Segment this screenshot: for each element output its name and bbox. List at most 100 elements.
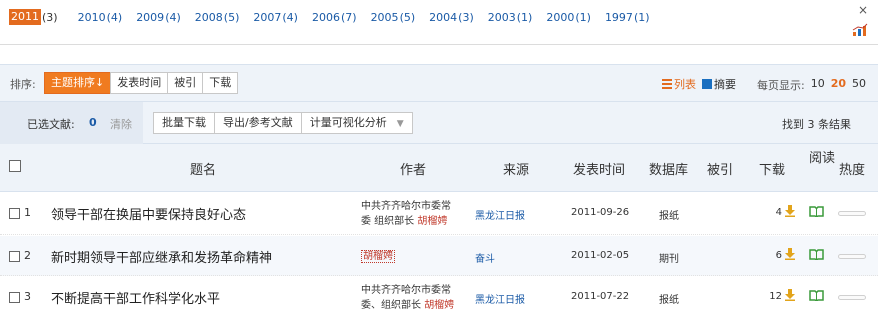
year-item[interactable]: 2009 (4) [136, 9, 181, 25]
column-title[interactable]: 题名 [190, 159, 216, 178]
author-affiliation: 委、组织部长 [361, 300, 421, 311]
sort-by-download-button[interactable]: 下载 [202, 72, 239, 94]
open-book-icon[interactable] [809, 290, 824, 301]
article-title-link[interactable]: 领导干部在换届中要保持良好心态 [51, 204, 246, 223]
article-title-link[interactable]: 新时期领导干部应继承和发扬革命精神 [51, 247, 272, 266]
action-buttons: 批量下载 导出/参考文献 计量可视化分析 ▼ [153, 112, 413, 134]
column-date[interactable]: 发表时间 [573, 159, 625, 178]
column-cited[interactable]: 被引 [707, 159, 733, 178]
column-source: 来源 [503, 163, 530, 178]
article-title-link[interactable]: 不断提高干部工作科学化水平 [51, 288, 220, 307]
table-row: 2 新时期领导干部应继承和发扬革命精神 胡榴娉 奋斗 2011-02-05 期刊… [0, 236, 878, 276]
year-item[interactable]: 2008 (5) [195, 9, 240, 25]
per-page-selector: 每页显示: 10 20 50 [757, 77, 866, 93]
sort-by-topic-button[interactable]: 主题排序↓ [44, 72, 112, 94]
author-link[interactable]: 胡榴娉 [424, 300, 454, 311]
export-references-button[interactable]: 导出/参考文献 [214, 112, 302, 134]
abstract-view-button[interactable]: 摘要 [702, 76, 736, 92]
sort-button-label: 主题排序 [51, 76, 95, 89]
chevron-down-icon: ▼ [396, 119, 404, 129]
table-header: 题名 作者 来源 发表时间 数据库 被引 下载 阅读 热度 [0, 144, 878, 192]
year-label: 2000 [546, 10, 575, 24]
year-count: (1) [633, 10, 650, 24]
year-count: (4) [106, 10, 123, 24]
row-index: 3 [24, 290, 31, 303]
download-arrow-icon[interactable] [784, 248, 796, 260]
list-icon [662, 79, 672, 89]
heat-bar [838, 295, 866, 300]
sort-arrow-icon: ↓ [95, 76, 105, 89]
year-count: (7) [340, 10, 357, 24]
publish-date: 2011-09-26 [571, 207, 630, 218]
year-item[interactable]: 2007 (4) [253, 9, 298, 25]
column-download[interactable]: 下载 [759, 159, 785, 178]
table-row: 1 领导干部在换届中要保持良好心态 中共齐齐哈尔市委常 委 组织部长 胡榴娉 黑… [0, 193, 878, 235]
year-item[interactable]: 1997 (1) [605, 9, 650, 25]
year-item[interactable]: 2000 (1) [546, 9, 591, 25]
selected-label: 已选文献: [27, 118, 75, 131]
author-cell: 中共齐齐哈尔市委常 委 组织部长 胡榴娉 [361, 199, 451, 229]
year-label: 2008 [194, 10, 223, 24]
year-count: (1) [516, 10, 533, 24]
select-all-checkbox[interactable] [9, 160, 21, 172]
result-count: 找到 3 条结果 [782, 118, 851, 131]
year-label: 2010 [77, 10, 106, 24]
database-type: 报纸 [659, 211, 679, 222]
author-cell: 胡榴娉 [361, 249, 395, 264]
author-affiliation: 委 组织部长 [361, 216, 415, 227]
visual-analysis-label: 计量可视化分析 [309, 116, 387, 129]
year-item[interactable]: 2003 (1) [488, 9, 533, 25]
bar-chart-icon[interactable] [852, 23, 868, 37]
source-link[interactable]: 奋斗 [475, 250, 495, 265]
sort-label: 排序: [10, 78, 36, 91]
source-link[interactable]: 黑龙江日报 [475, 207, 525, 222]
author-link[interactable]: 胡榴娉 [417, 216, 447, 227]
year-count: (4) [282, 10, 298, 24]
download-count: 4 [775, 207, 782, 218]
year-label: 2005 [370, 10, 399, 24]
source-link[interactable]: 黑龙江日报 [475, 291, 525, 306]
visual-analysis-button[interactable]: 计量可视化分析 ▼ [300, 112, 413, 134]
batch-download-button[interactable]: 批量下载 [153, 112, 215, 134]
heat-bar [838, 254, 866, 259]
year-item[interactable]: 2011 (3) [9, 9, 58, 25]
year-item[interactable]: 2005 (5) [371, 9, 416, 25]
abstract-view-label: 摘要 [714, 78, 736, 91]
year-label: 2007 [253, 10, 282, 24]
per-page-label: 每页显示: [757, 79, 805, 92]
table-row: 3 不断提高干部工作科学化水平 中共齐齐哈尔市委常 委、组织部长 胡榴娉 黑龙江… [0, 277, 878, 322]
sort-buttons: 主题排序↓ 发表时间 被引 下载 [44, 72, 239, 94]
column-heat: 热度 [839, 163, 866, 178]
year-item[interactable]: 2010 (4) [78, 9, 123, 25]
selection-bar: 已选文献: 0 清除 批量下载 导出/参考文献 计量可视化分析 ▼ 找到 3 条结… [0, 102, 878, 144]
row-checkbox[interactable] [9, 251, 20, 262]
author-link[interactable]: 胡榴娉 [361, 250, 395, 263]
download-arrow-icon[interactable] [784, 289, 796, 301]
clear-selection-link[interactable]: 清除 [110, 116, 132, 132]
per-page-option[interactable]: 10 [811, 77, 825, 93]
open-book-icon[interactable] [809, 249, 824, 260]
author-affiliation: 中共齐齐哈尔市委常 [361, 201, 451, 212]
year-label: 2011 [9, 9, 41, 25]
year-label: 2004 [429, 10, 458, 24]
per-page-option[interactable]: 20 [831, 77, 846, 93]
column-database: 数据库 [649, 163, 689, 178]
sort-by-date-button[interactable]: 发表时间 [110, 72, 169, 94]
year-label: 2003 [487, 10, 516, 24]
list-view-button[interactable]: 列表 [662, 76, 696, 92]
view-toggle: 列表 摘要 [662, 76, 742, 92]
row-checkbox[interactable] [9, 292, 20, 303]
year-label: 2006 [311, 10, 340, 24]
year-item[interactable]: 2004 (3) [429, 9, 474, 25]
close-icon[interactable]: × [858, 3, 868, 17]
open-book-icon[interactable] [809, 206, 824, 217]
download-arrow-icon[interactable] [784, 205, 796, 217]
row-checkbox[interactable] [9, 208, 20, 219]
year-item[interactable]: 2006 (7) [312, 9, 357, 25]
sort-by-cited-button[interactable]: 被引 [167, 72, 204, 94]
database-type: 报纸 [659, 295, 679, 306]
year-count: (5) [223, 10, 240, 24]
year-list: 2011 (3) 2010 (4) 2009 (4) 2008 (5) 2007 (4) … [9, 9, 664, 25]
author-cell: 中共齐齐哈尔市委常 委、组织部长 胡榴娉 [361, 283, 454, 313]
per-page-option[interactable]: 50 [852, 77, 866, 93]
